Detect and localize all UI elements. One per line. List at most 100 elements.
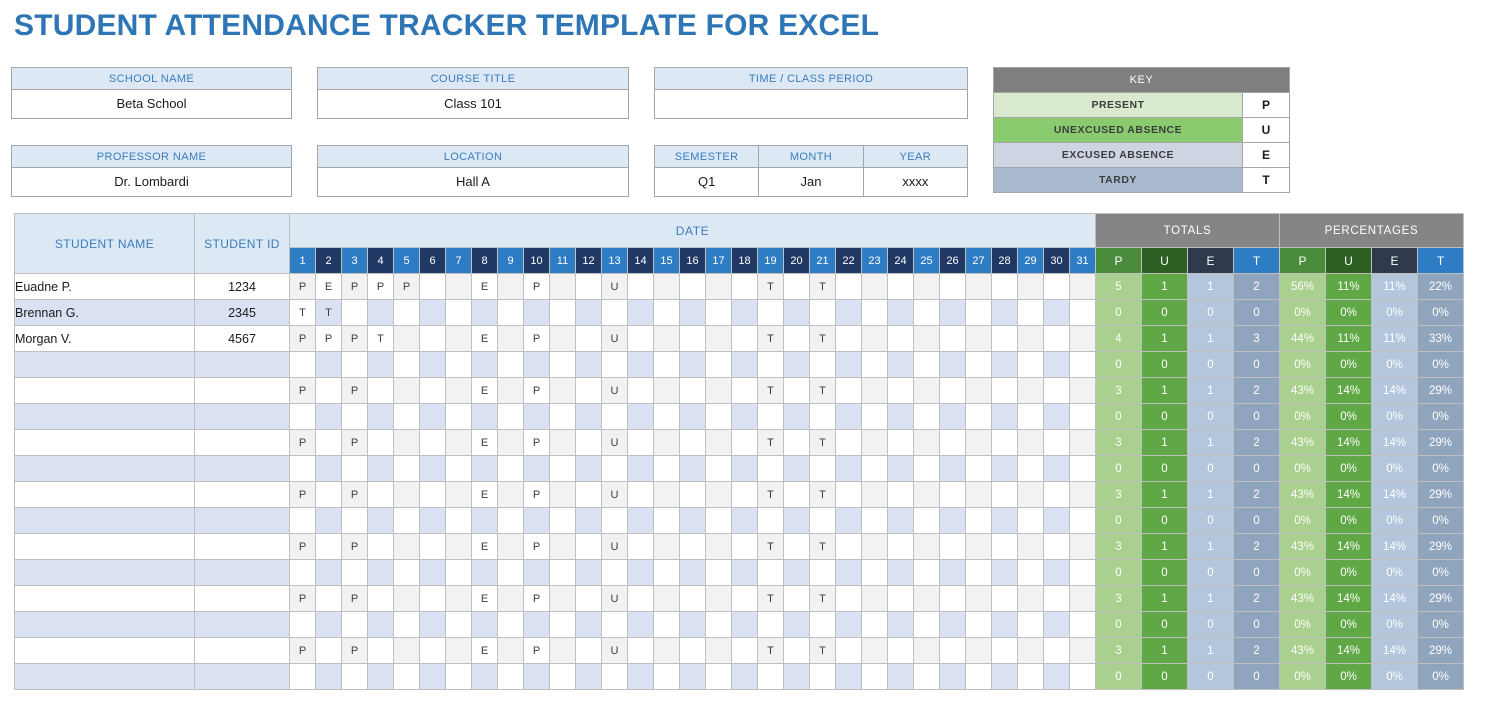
attendance-cell-day-8[interactable] — [471, 507, 498, 534]
attendance-cell-day-23[interactable] — [861, 429, 888, 456]
attendance-cell-day-21[interactable]: T — [809, 429, 836, 456]
attendance-cell-day-24[interactable] — [887, 481, 914, 508]
attendance-cell-day-15[interactable] — [653, 663, 680, 690]
attendance-cell-day-30[interactable] — [1043, 325, 1070, 352]
student-id-cell[interactable]: 2345 — [194, 299, 290, 326]
day-header-26[interactable]: 26 — [939, 247, 966, 274]
attendance-cell-day-12[interactable] — [575, 299, 602, 326]
course-title-value[interactable]: Class 101 — [318, 90, 628, 118]
attendance-cell-day-27[interactable] — [965, 611, 992, 638]
attendance-cell-day-21[interactable] — [809, 611, 836, 638]
attendance-cell-day-19[interactable] — [757, 351, 784, 378]
attendance-cell-day-3[interactable] — [341, 299, 368, 326]
attendance-cell-day-18[interactable] — [731, 637, 758, 664]
attendance-cell-day-28[interactable] — [991, 585, 1018, 612]
attendance-cell-day-2[interactable] — [315, 455, 342, 482]
attendance-cell-day-30[interactable] — [1043, 481, 1070, 508]
attendance-cell-day-22[interactable] — [835, 663, 862, 690]
student-name-cell[interactable]: Euadne P. — [14, 273, 195, 300]
attendance-cell-day-9[interactable] — [497, 299, 524, 326]
day-header-13[interactable]: 13 — [601, 247, 628, 274]
attendance-cell-day-4[interactable] — [367, 455, 394, 482]
student-name-cell[interactable] — [14, 429, 195, 456]
attendance-cell-day-17[interactable] — [705, 481, 732, 508]
attendance-cell-day-21[interactable]: T — [809, 637, 836, 664]
attendance-cell-day-11[interactable] — [549, 299, 576, 326]
attendance-cell-day-7[interactable] — [445, 611, 472, 638]
attendance-cell-day-11[interactable] — [549, 325, 576, 352]
attendance-cell-day-20[interactable] — [783, 637, 810, 664]
attendance-cell-day-10[interactable]: P — [523, 533, 550, 560]
attendance-cell-day-9[interactable] — [497, 637, 524, 664]
attendance-cell-day-26[interactable] — [939, 585, 966, 612]
attendance-cell-day-14[interactable] — [627, 351, 654, 378]
attendance-cell-day-7[interactable] — [445, 351, 472, 378]
student-id-cell[interactable] — [194, 585, 290, 612]
attendance-cell-day-5[interactable] — [393, 585, 420, 612]
attendance-cell-day-27[interactable] — [965, 663, 992, 690]
attendance-cell-day-16[interactable] — [679, 325, 706, 352]
attendance-cell-day-29[interactable] — [1017, 663, 1044, 690]
attendance-cell-day-23[interactable] — [861, 559, 888, 586]
attendance-cell-day-9[interactable] — [497, 273, 524, 300]
attendance-cell-day-11[interactable] — [549, 533, 576, 560]
attendance-cell-day-6[interactable] — [419, 637, 446, 664]
attendance-cell-day-23[interactable] — [861, 351, 888, 378]
attendance-cell-day-16[interactable] — [679, 273, 706, 300]
attendance-cell-day-20[interactable] — [783, 663, 810, 690]
attendance-cell-day-12[interactable] — [575, 455, 602, 482]
attendance-cell-day-26[interactable] — [939, 377, 966, 404]
attendance-cell-day-19[interactable]: T — [757, 585, 784, 612]
attendance-cell-day-28[interactable] — [991, 637, 1018, 664]
attendance-cell-day-22[interactable] — [835, 325, 862, 352]
attendance-cell-day-2[interactable] — [315, 559, 342, 586]
day-header-15[interactable]: 15 — [653, 247, 680, 274]
attendance-cell-day-5[interactable] — [393, 455, 420, 482]
time-class-period-value[interactable] — [655, 90, 967, 118]
day-header-2[interactable]: 2 — [315, 247, 342, 274]
attendance-cell-day-31[interactable] — [1069, 585, 1096, 612]
attendance-cell-day-16[interactable] — [679, 481, 706, 508]
attendance-cell-day-13[interactable] — [601, 455, 628, 482]
attendance-cell-day-28[interactable] — [991, 273, 1018, 300]
attendance-cell-day-8[interactable]: E — [471, 585, 498, 612]
attendance-cell-day-9[interactable] — [497, 403, 524, 430]
day-header-29[interactable]: 29 — [1017, 247, 1044, 274]
attendance-cell-day-11[interactable] — [549, 455, 576, 482]
day-header-30[interactable]: 30 — [1043, 247, 1070, 274]
attendance-cell-day-12[interactable] — [575, 403, 602, 430]
student-name-cell[interactable] — [14, 507, 195, 534]
attendance-cell-day-30[interactable] — [1043, 299, 1070, 326]
attendance-cell-day-24[interactable] — [887, 559, 914, 586]
attendance-cell-day-12[interactable] — [575, 429, 602, 456]
attendance-cell-day-16[interactable] — [679, 455, 706, 482]
attendance-cell-day-22[interactable] — [835, 507, 862, 534]
attendance-cell-day-12[interactable] — [575, 559, 602, 586]
attendance-cell-day-8[interactable] — [471, 455, 498, 482]
attendance-cell-day-10[interactable] — [523, 299, 550, 326]
attendance-cell-day-27[interactable] — [965, 403, 992, 430]
attendance-cell-day-4[interactable] — [367, 637, 394, 664]
attendance-cell-day-27[interactable] — [965, 481, 992, 508]
attendance-cell-day-18[interactable] — [731, 351, 758, 378]
attendance-cell-day-9[interactable] — [497, 585, 524, 612]
attendance-cell-day-30[interactable] — [1043, 533, 1070, 560]
attendance-cell-day-16[interactable] — [679, 585, 706, 612]
attendance-cell-day-23[interactable] — [861, 325, 888, 352]
attendance-cell-day-14[interactable] — [627, 533, 654, 560]
attendance-cell-day-24[interactable] — [887, 429, 914, 456]
attendance-cell-day-15[interactable] — [653, 351, 680, 378]
student-id-cell[interactable] — [194, 377, 290, 404]
attendance-cell-day-25[interactable] — [913, 403, 940, 430]
attendance-cell-day-25[interactable] — [913, 273, 940, 300]
attendance-cell-day-1[interactable] — [289, 611, 316, 638]
attendance-cell-day-16[interactable] — [679, 377, 706, 404]
attendance-cell-day-2[interactable] — [315, 611, 342, 638]
attendance-cell-day-22[interactable] — [835, 637, 862, 664]
attendance-cell-day-24[interactable] — [887, 403, 914, 430]
attendance-cell-day-1[interactable]: P — [289, 273, 316, 300]
day-header-11[interactable]: 11 — [549, 247, 576, 274]
attendance-cell-day-28[interactable] — [991, 533, 1018, 560]
attendance-cell-day-28[interactable] — [991, 611, 1018, 638]
attendance-cell-day-16[interactable] — [679, 351, 706, 378]
